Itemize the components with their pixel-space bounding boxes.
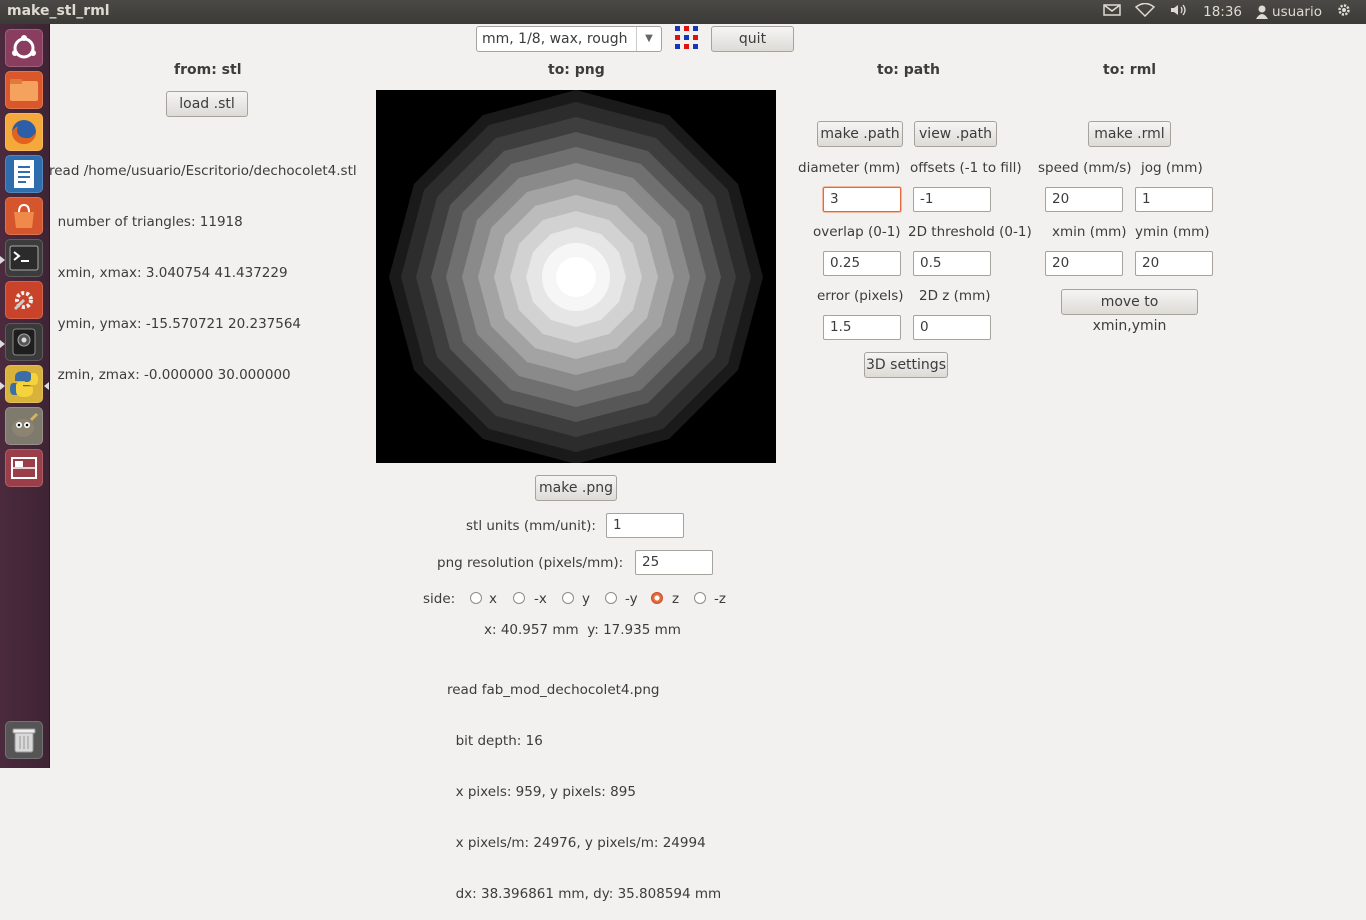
error-input[interactable]: 1.5 (823, 315, 901, 340)
side-option-label: -y (625, 591, 638, 607)
ubuntu-dash-icon[interactable] (5, 29, 43, 67)
stl-info-line: number of triangles: 11918 (49, 214, 243, 230)
camera-icon[interactable] (5, 323, 43, 361)
ymin-input[interactable]: 20 (1135, 251, 1213, 276)
running-indicator (0, 382, 5, 390)
side-option-label: -z (714, 591, 726, 607)
offsets-label: offsets (-1 to fill) (910, 160, 1022, 176)
launcher (0, 24, 50, 768)
stl-info: read /home/usuario/Escritorio/dechocolet… (49, 129, 357, 401)
clock[interactable]: 18:36 (1203, 4, 1242, 20)
trash-icon[interactable] (5, 721, 43, 759)
overlap-label: overlap (0-1) (813, 224, 901, 240)
settings-3d-button[interactable]: 3D settings (864, 352, 948, 378)
stl-info-line: zmin, zmax: -0.000000 30.000000 (49, 367, 291, 383)
workspaces-icon[interactable] (5, 449, 43, 487)
radio-button[interactable] (470, 592, 482, 604)
terminal-icon[interactable] (5, 239, 43, 277)
png-info-line: read fab_mod_dechocolet4.png (447, 682, 660, 698)
writer-icon[interactable] (5, 155, 43, 193)
make-path-button[interactable]: make .path (817, 121, 903, 147)
files-icon[interactable] (5, 71, 43, 109)
stl-units-label: stl units (mm/unit): (466, 518, 596, 534)
png-info-line: bit depth: 16 (447, 733, 543, 749)
user-icon (1256, 5, 1269, 19)
png-resolution-input[interactable]: 25 (635, 550, 713, 575)
side-option-label: y (582, 591, 590, 607)
overlap-input[interactable]: 0.25 (823, 251, 901, 276)
gimp-icon[interactable] (5, 407, 43, 445)
stl-info-line: xmin, xmax: 3.040754 41.437229 (49, 265, 288, 281)
move-to-origin-button[interactable]: move to xmin,ymin (1061, 289, 1198, 334)
software-center-icon[interactable] (5, 197, 43, 235)
stl-units-input[interactable]: 1 (606, 513, 684, 538)
radio-button[interactable] (562, 592, 574, 604)
z-input[interactable]: 0 (913, 315, 991, 340)
side-option-label: x (489, 591, 497, 607)
depth-map-image (389, 90, 763, 463)
radio-button-selected[interactable] (651, 592, 663, 604)
png-info-line: dx: 38.396861 mm, dy: 35.808594 mm (447, 886, 722, 902)
radio-button[interactable] (694, 592, 706, 604)
settings-icon[interactable] (5, 281, 43, 319)
make-png-button[interactable]: make .png (535, 475, 617, 501)
user-name: usuario (1272, 4, 1322, 20)
power-gear-icon[interactable] (1336, 2, 1352, 22)
running-indicator (0, 340, 5, 348)
running-indicator (0, 256, 5, 264)
threshold-label: 2D threshold (0-1) (908, 224, 1032, 240)
png-info: read fab_mod_dechocolet4.png bit depth: … (447, 648, 721, 920)
mail-icon[interactable] (1103, 3, 1121, 21)
side-label: side: (423, 591, 456, 607)
format-select-value: mm, 1/8, wax, rough (482, 31, 628, 47)
png-preview[interactable] (376, 90, 776, 463)
system-tray: 18:36 usuario (1103, 0, 1366, 24)
wifi-icon[interactable] (1134, 2, 1156, 21)
png-info-line: x pixels: 959, y pixels: 895 (447, 784, 636, 800)
fab-logo-icon (674, 25, 700, 51)
user-menu[interactable]: usuario (1256, 4, 1322, 20)
radio-button[interactable] (513, 592, 525, 604)
side-option-label: -x (534, 591, 547, 607)
stl-info-line: ymin, ymax: -15.570721 20.237564 (49, 316, 302, 332)
make-rml-button[interactable]: make .rml (1088, 121, 1171, 147)
diameter-label: diameter (mm) (798, 160, 901, 176)
view-path-button[interactable]: view .path (914, 121, 997, 147)
python-icon[interactable] (5, 365, 43, 403)
load-stl-button[interactable]: load .stl (166, 91, 248, 117)
radio-button[interactable] (605, 592, 617, 604)
volume-icon[interactable] (1169, 3, 1189, 21)
stl-info-line: read /home/usuario/Escritorio/dechocolet… (49, 163, 357, 179)
path-header: to: path (877, 62, 940, 78)
png-resolution-label: png resolution (pixels/mm): (437, 555, 624, 571)
top-panel: make_stl_rml 18:36 usuario (0, 0, 1366, 24)
xmin-input[interactable]: 20 (1045, 251, 1123, 276)
threshold-input[interactable]: 0.5 (913, 251, 991, 276)
window-title: make_stl_rml (7, 3, 110, 19)
jog-input[interactable]: 1 (1135, 187, 1213, 212)
cursor-coords: x: 40.957 mm y: 17.935 mm (484, 622, 681, 638)
speed-input[interactable]: 20 (1045, 187, 1123, 212)
png-header: to: png (548, 62, 605, 78)
side-option-label: z (672, 591, 680, 607)
chevron-down-icon: ▼ (636, 27, 661, 51)
ymin-label: ymin (mm) (1135, 224, 1210, 240)
png-info-line: x pixels/m: 24976, y pixels/m: 24994 (447, 835, 706, 851)
quit-button[interactable]: quit (711, 26, 794, 52)
offsets-input[interactable]: -1 (913, 187, 991, 212)
xmin-label: xmin (mm) (1052, 224, 1127, 240)
stl-header: from: stl (174, 62, 242, 78)
z-label: 2D z (mm) (919, 288, 991, 304)
jog-label: jog (mm) (1141, 160, 1203, 176)
format-select[interactable]: mm, 1/8, wax, rough ▼ (476, 26, 662, 52)
error-label: error (pixels) (817, 288, 904, 304)
rml-header: to: rml (1103, 62, 1157, 78)
diameter-input[interactable]: 3 (823, 187, 901, 212)
firefox-icon[interactable] (5, 113, 43, 151)
speed-label: speed (mm/s) (1038, 160, 1132, 176)
